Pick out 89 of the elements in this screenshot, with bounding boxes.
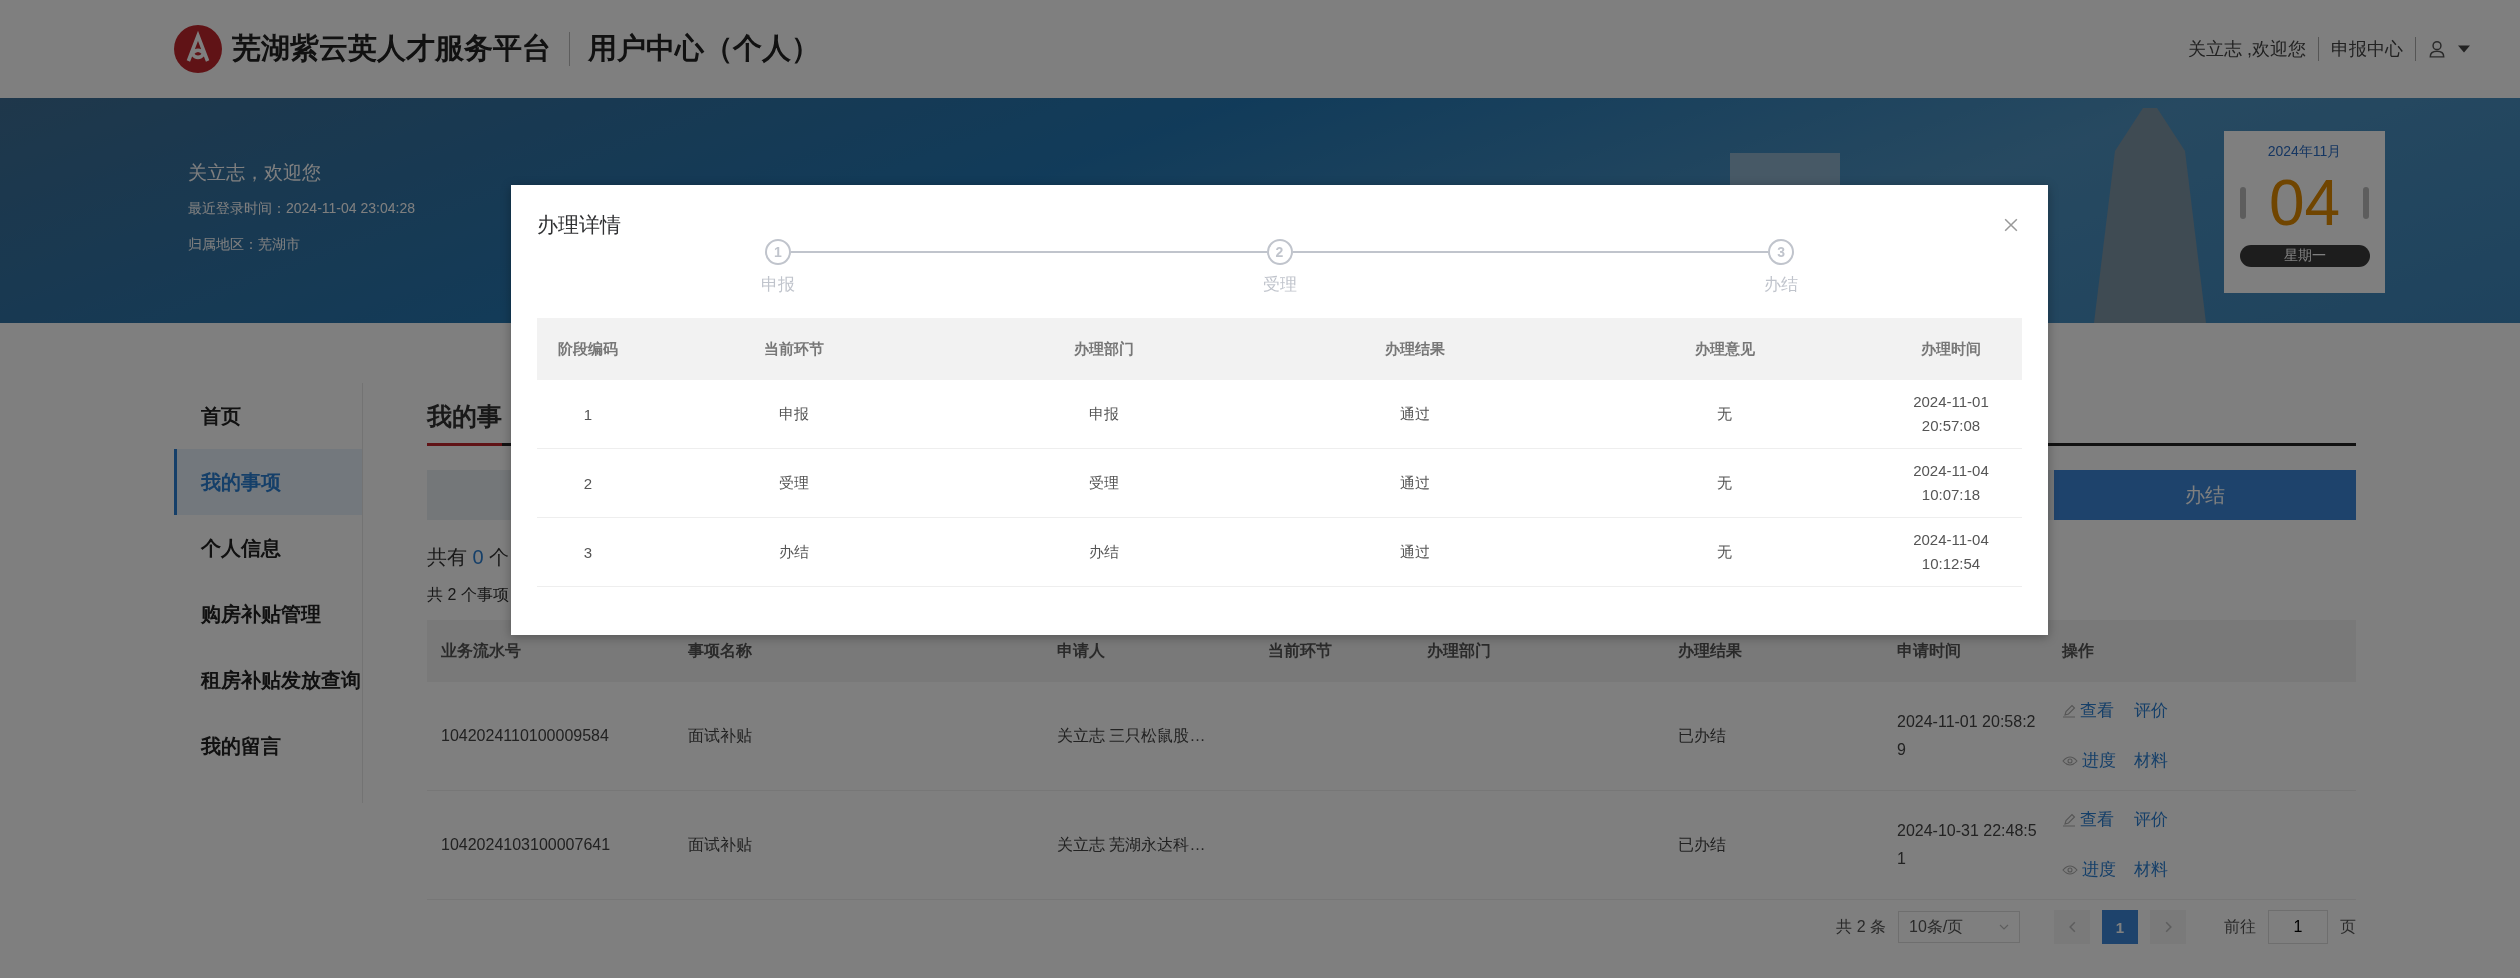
action-link[interactable]: 进度 <box>2062 856 2116 884</box>
page-title: 我的事 <box>427 400 502 446</box>
calendar-month: 2024年11月 <box>2267 143 2342 161</box>
action-link[interactable]: 材料 <box>2134 747 2168 775</box>
column-header: 当前环节 <box>639 318 950 380</box>
greeting-text: 关立志 ,欢迎您 <box>2188 38 2306 61</box>
table-cell: 无 <box>1569 448 1880 518</box>
eye-icon <box>2062 755 2078 767</box>
action-link[interactable]: 评价 <box>2134 806 2168 834</box>
last-login-text: 最近登录时间：2024-11-04 23:04:28 <box>188 200 415 218</box>
report-center-link[interactable]: 申报中心 <box>2331 37 2403 61</box>
chevron-left-icon <box>2068 921 2076 933</box>
table-cell: 无 <box>1569 380 1880 449</box>
table-cell: 面试补贴 <box>674 790 1043 900</box>
table-cell: 2024-11-01 20:58:29 <box>1883 682 2048 791</box>
pencil-icon <box>2062 704 2076 718</box>
page-number-button[interactable]: 1 <box>2102 910 2138 944</box>
sidebar-item[interactable]: 购房补贴管理 <box>174 581 362 647</box>
section-title: 用户中心（个人） <box>588 31 820 66</box>
column-header: 操作 <box>2048 620 2356 682</box>
action-link[interactable]: 材料 <box>2134 856 2168 884</box>
column-header: 办理时间 <box>1880 318 2022 380</box>
table-cell: 申报 <box>949 380 1260 449</box>
page-size-select[interactable]: 10条/页 <box>1898 911 2020 943</box>
sidebar-item[interactable]: 我的事项 <box>174 449 362 515</box>
calendar-day: 04 <box>2268 166 2341 240</box>
welcome-text: 关立志，欢迎您 <box>188 161 322 185</box>
tab[interactable]: 办结 <box>2054 470 2356 520</box>
table-cell: 通过 <box>1259 380 1570 449</box>
pencil-icon <box>2062 813 2076 827</box>
goto-page-field[interactable]: 1 <box>2268 910 2328 944</box>
table-cell: 无 <box>1569 517 1880 587</box>
chevron-right-icon <box>2164 921 2172 933</box>
table-cell: 1042024103100007641 <box>427 790 674 900</box>
region-text: 归属地区：芜湖市 <box>188 236 301 254</box>
table-cell: 受理 <box>949 448 1260 518</box>
step-label: 申报 <box>760 274 795 296</box>
eye-icon <box>2062 864 2078 876</box>
ring-icon <box>2363 187 2369 219</box>
table-cell: 办结 <box>639 517 950 587</box>
table-cell: 关立志 芜湖永达科… <box>1043 790 1254 900</box>
table-cell: 2024-10-31 22:48:51 <box>1883 790 2048 900</box>
site-title: 芜湖紫云英人才服务平台 <box>232 31 551 66</box>
table-cell: 1042024110100009584 <box>427 682 674 791</box>
table-cell: 已办结 <box>1664 682 1883 791</box>
caret-icon[interactable] <box>2458 45 2470 53</box>
goto-label: 前往 <box>2224 916 2256 937</box>
action-link[interactable]: 查看 <box>2062 697 2116 725</box>
user-icon[interactable] <box>2428 40 2446 58</box>
table-cell: 已办结 <box>1664 790 1883 900</box>
step-number: 2 <box>1266 239 1293 265</box>
chevron-down-icon <box>1999 924 2009 930</box>
close-icon[interactable] <box>2004 218 2018 232</box>
table-cell: 1 <box>537 380 639 449</box>
column-header: 办理部门 <box>949 318 1260 380</box>
table-cell: 办结 <box>949 517 1260 587</box>
column-header: 办理意见 <box>1569 318 1880 380</box>
total-text: 共 2 个事项 <box>427 585 509 605</box>
dialog-title: 办理详情 <box>537 212 621 238</box>
action-link[interactable]: 进度 <box>2062 747 2116 775</box>
count-text: 共有 0 个 <box>427 545 510 570</box>
table-cell: 3 <box>537 517 639 587</box>
table-cell: 申报 <box>639 380 950 449</box>
table-cell: 通过 <box>1259 517 1570 587</box>
sidebar-item[interactable]: 租房补贴发放查询 <box>174 647 362 713</box>
total-count-text: 共 2 条 <box>1836 916 1886 937</box>
table-cell: 面试补贴 <box>674 682 1043 791</box>
action-link[interactable]: 评价 <box>2134 697 2168 725</box>
table-cell: 2024-11-04 10:12:54 <box>1880 517 2022 587</box>
column-header: 阶段编码 <box>537 318 639 380</box>
step-label: 办结 <box>1764 274 1799 296</box>
step-label: 受理 <box>1262 274 1297 296</box>
action-link[interactable]: 查看 <box>2062 806 2116 834</box>
column-header: 办理结果 <box>1259 318 1570 380</box>
table-cell: 2024-11-01 20:57:08 <box>1880 380 2022 449</box>
sidebar-item[interactable]: 我的留言 <box>174 713 362 779</box>
step-number: 1 <box>764 239 791 265</box>
table-cell: 2 <box>537 448 639 518</box>
table-cell: 2024-11-04 10:07:18 <box>1880 448 2022 518</box>
step-number: 3 <box>1768 239 1795 265</box>
calendar-weekday: 星期一 <box>2239 245 2370 267</box>
table-cell: 受理 <box>639 448 950 518</box>
sidebar-item[interactable]: 首页 <box>174 383 362 449</box>
page-unit-label: 页 <box>2340 916 2356 937</box>
sidebar-item[interactable]: 个人信息 <box>174 515 362 581</box>
table-cell: 关立志 三只松鼠股… <box>1043 682 1254 791</box>
ring-icon <box>2240 187 2246 219</box>
table-cell: 通过 <box>1259 448 1570 518</box>
logo-icon <box>174 25 222 73</box>
